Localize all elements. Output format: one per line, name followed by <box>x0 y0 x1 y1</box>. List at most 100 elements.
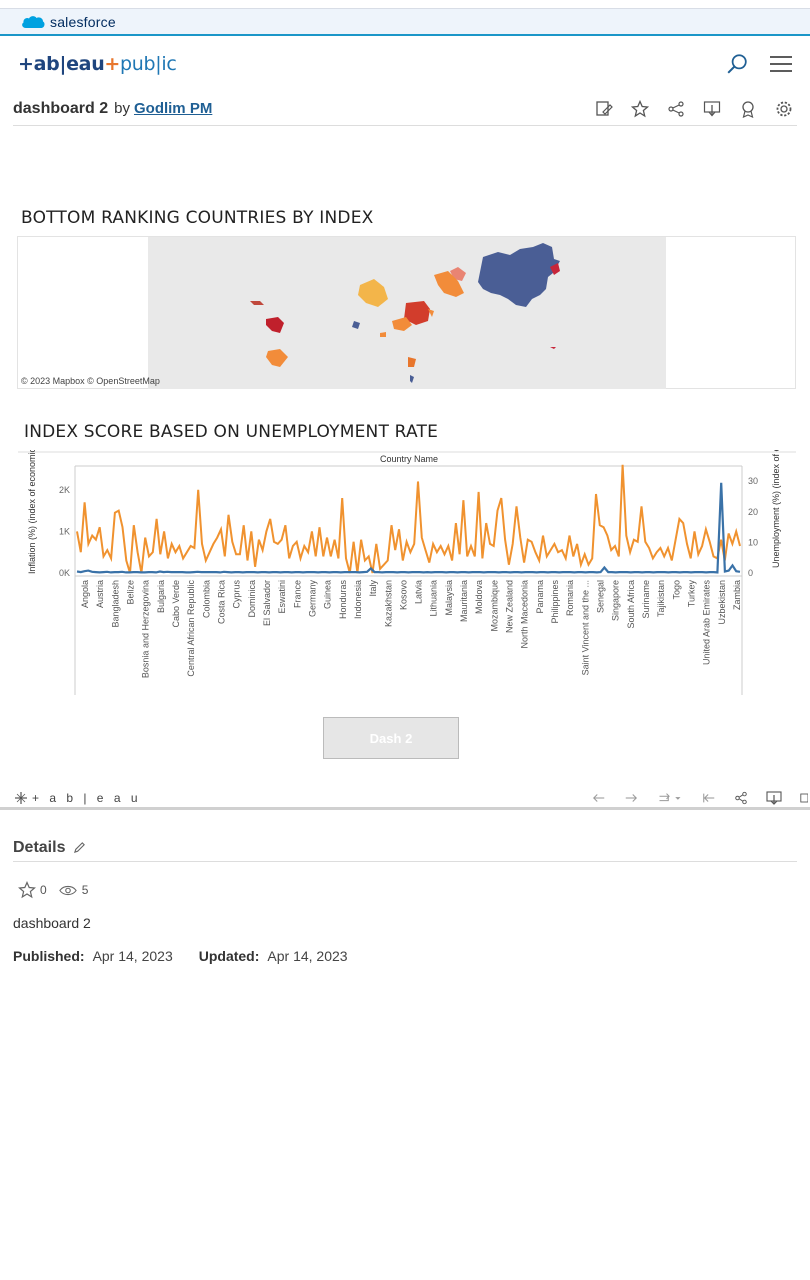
category-label: Lithuania <box>429 580 439 617</box>
category-label: Mauritania <box>459 580 469 622</box>
category-label: New Zealand <box>505 580 515 633</box>
line-chart-panel[interactable]: Country Name 0K 1K 2K 0 10 20 30 Inflation (%… <box>18 405 796 695</box>
left-axis-ticks: 0K 1K 2K <box>59 485 70 578</box>
category-label: Colombia <box>201 580 211 618</box>
category-label: Tajikistan <box>656 580 666 617</box>
details-heading-row: Details <box>13 834 797 862</box>
category-label: Belize <box>126 580 136 605</box>
left-axis-label: Inflation (%) (index of economic... <box>27 450 37 574</box>
right-axis-label: Unemployment (%) (index of economic... <box>771 450 781 568</box>
updated-date: Apr 14, 2023 <box>267 948 348 964</box>
map-credit[interactable]: © 2023 Mapbox © OpenStreetMap <box>21 376 160 386</box>
map-region-tiny-red <box>550 347 556 349</box>
category-label: Bosnia and Herzegovina <box>141 580 151 678</box>
category-label: Bangladesh <box>110 580 120 628</box>
series-lines <box>76 464 741 574</box>
map-panel[interactable]: © 2023 Mapbox © OpenStreetMap <box>17 236 796 389</box>
category-label: Kazakhstan <box>383 580 393 627</box>
category-label: Austria <box>95 580 105 608</box>
category-label: Honduras <box>338 580 348 620</box>
category-label: Saint Vincent and the ... <box>580 580 590 675</box>
settings-gear-icon[interactable] <box>775 100 793 118</box>
salesforce-cloud-icon[interactable] <box>20 13 46 31</box>
viz-title-row: dashboard 2 by Godlim PM <box>13 92 797 126</box>
map-region-europe-small <box>250 301 264 305</box>
left-tick-label: 1K <box>59 526 70 536</box>
choropleth-map[interactable] <box>148 237 666 389</box>
share-icon[interactable] <box>667 100 685 118</box>
category-label: Costa Rica <box>217 580 227 624</box>
category-label: Kosovo <box>398 580 408 610</box>
right-tick-label: 20 <box>748 507 758 517</box>
map-canvas[interactable] <box>148 237 666 389</box>
category-label: Mozambique <box>489 580 499 632</box>
tableau-brand-label: + a b | e a u <box>32 790 141 805</box>
revert-dropdown-icon[interactable] <box>656 791 684 805</box>
edit-copy-icon[interactable] <box>595 100 613 118</box>
description: dashboard 2 <box>13 915 91 931</box>
dash-2-button[interactable]: Dash 2 <box>323 717 459 759</box>
category-label: Angola <box>80 580 90 608</box>
right-tick-label: 0 <box>748 568 753 578</box>
tableau-logo-icon[interactable] <box>14 791 28 805</box>
undo-icon[interactable] <box>592 791 606 805</box>
map-region-africa-orange <box>266 349 288 367</box>
category-label: El Salvador <box>262 580 272 626</box>
category-label: Togo <box>671 580 681 600</box>
category-label: Indonesia <box>353 580 363 619</box>
favorites-count: 0 <box>40 883 47 897</box>
right-tick-label: 30 <box>748 476 758 486</box>
right-tick-label: 10 <box>748 537 758 547</box>
views-count: 5 <box>81 883 89 897</box>
redo-icon[interactable] <box>624 791 638 805</box>
map-region-europe-red <box>266 317 284 333</box>
line-chart-title: INDEX SCORE BASED ON UNEMPLOYMENT RATE <box>24 422 439 442</box>
badge-icon[interactable] <box>739 100 757 118</box>
category-label: Latvia <box>414 580 424 604</box>
reset-icon[interactable] <box>702 791 716 805</box>
map-region-china <box>478 243 560 307</box>
map-title: BOTTOM RANKING COUNTRIES BY INDEX <box>21 208 374 228</box>
by-label: by <box>114 100 130 117</box>
download-icon[interactable] <box>703 100 721 118</box>
category-label: Turkey <box>687 580 697 608</box>
search-icon[interactable] <box>726 53 748 75</box>
published-date: Apr 14, 2023 <box>92 948 173 964</box>
edit-pencil-icon[interactable] <box>73 841 86 854</box>
category-label: Guinea <box>323 580 333 609</box>
map-region-small-orange-3 <box>380 332 386 337</box>
tableau-toolbar: + a b | e a u <box>0 788 810 810</box>
map-region-small-blue <box>352 321 360 329</box>
left-tick-label: 0K <box>59 568 70 578</box>
category-label: Germany <box>307 580 317 618</box>
hamburger-menu-icon[interactable] <box>770 55 792 73</box>
tableau-public-logo[interactable]: +ab|eau+pub|ic <box>18 53 177 75</box>
right-axis-ticks: 0 10 20 30 <box>748 476 758 578</box>
star-icon[interactable] <box>18 881 36 899</box>
line-chart[interactable]: Country Name 0K 1K 2K 0 10 20 30 Inflation (%… <box>18 405 796 695</box>
fullscreen-icon[interactable] <box>800 791 808 805</box>
category-label: Zambia <box>732 580 742 610</box>
category-label: Malaysia <box>444 580 454 616</box>
author-link[interactable]: Godlim PM <box>134 100 212 117</box>
category-label: Central African Republic <box>186 580 196 677</box>
category-label: South Africa <box>626 580 636 629</box>
category-label: North Macedonia <box>520 580 530 649</box>
download-icon[interactable] <box>766 790 782 806</box>
category-label: Romania <box>565 580 575 616</box>
category-label: Eswatini <box>277 580 287 614</box>
salesforce-bar: salesforce <box>0 8 810 36</box>
published-label: Published: <box>13 948 85 964</box>
share-icon[interactable] <box>734 791 748 805</box>
category-label: Suriname <box>641 580 651 619</box>
category-label: United Arab Emirates <box>702 580 712 666</box>
category-labels: Angola Austria Bangladesh Belize Bosnia and … <box>80 580 742 679</box>
category-label: Italy <box>368 580 378 597</box>
views-eye-icon <box>58 885 77 895</box>
salesforce-label[interactable]: salesforce <box>50 14 116 30</box>
category-label: Cyprus <box>232 580 242 609</box>
category-label: Moldova <box>474 580 484 614</box>
updated-label: Updated: <box>198 948 260 964</box>
favorite-star-icon[interactable] <box>631 99 649 118</box>
category-label: Senegal <box>596 580 606 613</box>
